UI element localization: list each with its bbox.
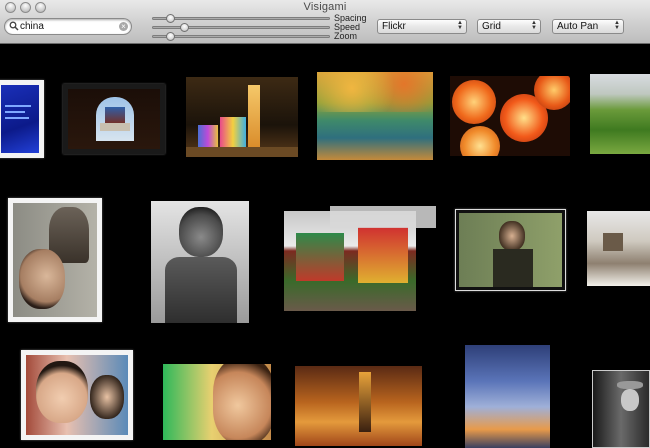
spacing-slider-knob[interactable] bbox=[165, 14, 175, 23]
search-input[interactable] bbox=[20, 20, 116, 33]
source-popup[interactable]: Flickr ▲ ▼ bbox=[377, 19, 467, 34]
photo-grid[interactable] bbox=[0, 44, 650, 448]
photo-portrait-woman-collage[interactable] bbox=[8, 198, 102, 322]
source-popup-label: Flickr bbox=[382, 21, 406, 32]
photo-red-lanterns[interactable] bbox=[450, 76, 570, 156]
photo-overlap-strip bbox=[330, 206, 436, 228]
photo-bw-hat-man[interactable] bbox=[592, 370, 650, 448]
photo-lit-pagoda-night[interactable] bbox=[186, 77, 298, 157]
magnifier-icon bbox=[9, 21, 19, 31]
photo-street-walker[interactable] bbox=[295, 366, 422, 446]
photo-face-green-bokeh[interactable] bbox=[163, 364, 271, 440]
window-title: Visigami bbox=[303, 1, 347, 13]
pan-popup[interactable]: Auto Pan ▲ ▼ bbox=[552, 19, 624, 34]
up-down-arrows-icon: ▲ ▼ bbox=[614, 20, 620, 31]
photo-green-terraces[interactable] bbox=[590, 74, 650, 154]
photo-bw-girl-pointing[interactable] bbox=[151, 201, 249, 323]
layout-popup-label: Grid bbox=[482, 21, 501, 32]
photo-woman-green-room[interactable] bbox=[455, 209, 566, 291]
zoom-label: Zoom bbox=[334, 31, 358, 41]
pan-popup-label: Auto Pan bbox=[557, 21, 599, 32]
up-down-arrows-icon: ▲ ▼ bbox=[457, 20, 463, 31]
photo-child-portrait[interactable] bbox=[21, 350, 133, 440]
up-down-arrows-icon: ▲ ▼ bbox=[531, 20, 537, 31]
photo-cloudy-sky-sunset[interactable] bbox=[465, 345, 550, 448]
photo-great-wall-snow[interactable] bbox=[587, 211, 650, 286]
photo-temple-of-heaven-gate[interactable] bbox=[63, 84, 165, 154]
photo-autumn-lake[interactable] bbox=[317, 72, 433, 160]
spacing-slider[interactable] bbox=[152, 14, 330, 23]
search-field[interactable]: × bbox=[4, 18, 132, 35]
zoom-slider-knob[interactable] bbox=[165, 32, 175, 41]
zoom-slider[interactable] bbox=[152, 32, 330, 41]
layout-popup[interactable]: Grid ▲ ▼ bbox=[477, 19, 541, 34]
window-chrome: Visigami × Spacing Speed Zoom Flickr ▲▼ … bbox=[0, 0, 650, 44]
clear-circle-icon[interactable]: × bbox=[119, 22, 128, 31]
speed-slider-knob[interactable] bbox=[180, 23, 190, 32]
photo-blue-poster[interactable] bbox=[0, 80, 44, 158]
speed-slider[interactable] bbox=[152, 23, 330, 32]
